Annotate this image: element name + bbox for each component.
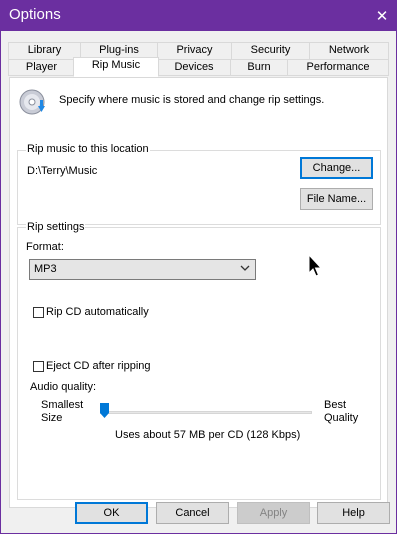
file-name-button[interactable]: File Name... xyxy=(300,188,373,210)
smallest-size-label-1: Smallest xyxy=(41,399,84,411)
best-quality-label-1: Best xyxy=(324,399,347,411)
format-select-value: MP3 xyxy=(34,263,57,275)
tab-rip-music[interactable]: Rip Music xyxy=(73,57,159,77)
tab-devices[interactable]: Devices xyxy=(157,59,231,76)
tab-player[interactable]: Player xyxy=(8,59,75,76)
smallest-size-label-2: Size xyxy=(41,412,63,424)
header-description: Specify where music is stored and change… xyxy=(59,94,325,106)
close-icon[interactable]: ✕ xyxy=(367,0,397,31)
rip-settings-group-title: Rip settings xyxy=(26,221,86,233)
options-dialog: Options ✕ Library Plug-ins Privacy Secur… xyxy=(0,0,397,534)
eject-cd-label[interactable]: Eject CD after ripping xyxy=(46,360,151,372)
audio-quality-slider-track[interactable] xyxy=(100,411,312,414)
title-bar[interactable]: Options ✕ xyxy=(0,0,397,31)
mouse-cursor-icon xyxy=(308,253,323,281)
tab-security[interactable]: Security xyxy=(231,42,310,59)
tab-library[interactable]: Library xyxy=(8,42,81,59)
format-select[interactable]: MP3 xyxy=(29,259,256,280)
rip-music-panel: Specify where music is stored and change… xyxy=(9,77,388,508)
tab-network[interactable]: Network xyxy=(309,42,389,59)
audio-quality-label: Audio quality: xyxy=(30,381,97,393)
rip-path: D:\Terry\Music xyxy=(27,165,98,177)
location-group-title: Rip music to this location xyxy=(26,143,150,155)
audio-quality-slider-thumb[interactable] xyxy=(100,403,109,418)
window-title: Options xyxy=(9,6,61,23)
rip-cd-automatically-checkbox[interactable] xyxy=(33,307,44,318)
chevron-down-icon xyxy=(240,263,250,276)
ok-button[interactable]: OK xyxy=(75,502,148,524)
best-quality-label-2: Quality xyxy=(324,412,359,424)
format-label: Format: xyxy=(26,241,64,253)
rip-cd-automatically-label[interactable]: Rip CD automatically xyxy=(46,306,149,318)
apply-button[interactable]: Apply xyxy=(237,502,310,524)
tab-performance[interactable]: Performance xyxy=(287,59,389,76)
eject-cd-checkbox[interactable] xyxy=(33,361,44,372)
cd-rip-icon xyxy=(18,88,48,118)
change-button[interactable]: Change... xyxy=(300,157,373,179)
tab-burn[interactable]: Burn xyxy=(230,59,288,76)
usage-estimate: Uses about 57 MB per CD (128 Kbps) xyxy=(115,429,301,441)
help-button[interactable]: Help xyxy=(317,502,390,524)
tab-privacy[interactable]: Privacy xyxy=(157,42,232,59)
cancel-button[interactable]: Cancel xyxy=(156,502,229,524)
dialog-client: Library Plug-ins Privacy Security Networ… xyxy=(1,31,396,533)
